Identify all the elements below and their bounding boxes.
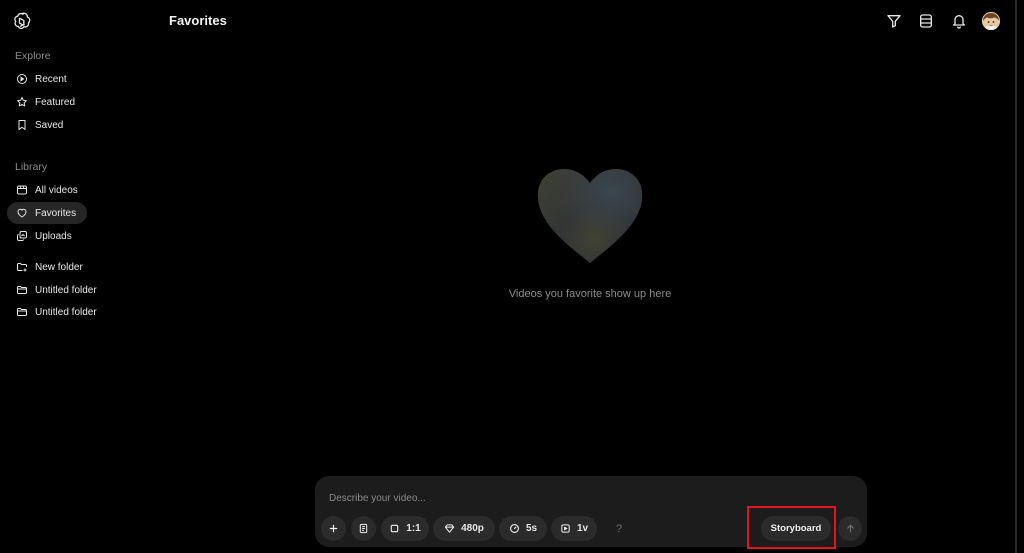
filter-icon[interactable] xyxy=(885,12,903,30)
sidebar-item-label: New folder xyxy=(35,261,83,273)
aspect-ratio-value: 1:1 xyxy=(406,523,421,534)
sidebar-item-featured[interactable]: Featured xyxy=(7,91,84,113)
resolution-button[interactable]: 480p xyxy=(433,516,495,541)
aspect-ratio-button[interactable]: 1:1 xyxy=(381,516,429,541)
storyboard-template-button[interactable] xyxy=(351,516,376,541)
sidebar-item-label: Untitled folder xyxy=(35,306,97,318)
sidebar-item-label: All videos xyxy=(35,184,78,196)
diamond-icon xyxy=(444,524,455,533)
play-circle-icon xyxy=(17,74,27,84)
sidebar-item-uploads[interactable]: Uploads xyxy=(7,225,81,247)
sidebar-item-label: Featured xyxy=(35,96,76,108)
add-button[interactable] xyxy=(321,516,346,541)
notification-bell-icon[interactable] xyxy=(950,12,968,30)
sidebar-item-label: Favorites xyxy=(35,207,77,219)
openai-logo-icon[interactable] xyxy=(12,11,32,31)
uploads-icon xyxy=(17,231,27,241)
star-icon xyxy=(17,97,27,107)
sidebar-item-label: Recent xyxy=(35,73,67,85)
sidebar-item-recent[interactable]: Recent xyxy=(7,68,76,90)
bookmark-icon xyxy=(18,120,26,130)
page-title: Favorites xyxy=(169,13,227,28)
heart-icon xyxy=(17,208,27,218)
variations-button[interactable]: 1v xyxy=(551,516,597,541)
sidebar-item-untitled-folder-1[interactable]: Untitled folder xyxy=(7,279,106,301)
list-view-icon[interactable] xyxy=(917,12,935,30)
library-section-label: Library xyxy=(15,161,48,173)
empty-state-message: Videos you favorite show up here xyxy=(508,288,672,300)
square-icon xyxy=(391,524,399,533)
folder-icon xyxy=(17,308,27,316)
sidebar-item-all-videos[interactable]: All videos xyxy=(7,179,87,201)
folder-icon xyxy=(17,286,27,294)
sidebar-item-new-folder[interactable]: New folder xyxy=(7,256,92,278)
duration-button[interactable]: 5s xyxy=(499,516,547,541)
sidebar-item-label: Untitled folder xyxy=(35,284,97,296)
prompt-composer: 1:1 480p 5s 1v ? Storyboard xyxy=(315,476,867,547)
document-icon xyxy=(359,523,368,534)
play-square-icon xyxy=(561,524,570,533)
plus-icon xyxy=(329,524,338,533)
video-library-icon xyxy=(17,185,27,195)
sidebar-item-saved[interactable]: Saved xyxy=(7,114,72,136)
explore-section-label: Explore xyxy=(15,50,51,62)
duration-value: 5s xyxy=(525,523,538,534)
prompt-input[interactable] xyxy=(329,490,749,506)
app-root: Explore Recent Featured Saved Library Al… xyxy=(0,0,1024,553)
arrow-up-icon xyxy=(846,524,854,533)
resolution-value: 480p xyxy=(461,523,484,534)
avatar[interactable] xyxy=(982,12,1000,30)
submit-button[interactable] xyxy=(838,516,862,541)
folder-plus-icon xyxy=(17,263,27,272)
scrollbar[interactable] xyxy=(1015,0,1017,553)
storyboard-button[interactable]: Storyboard xyxy=(761,516,831,541)
sidebar-item-untitled-folder-2[interactable]: Untitled folder xyxy=(7,301,106,323)
help-button[interactable]: ? xyxy=(609,516,629,541)
sidebar-item-label: Saved xyxy=(35,119,64,131)
variations-value: 1v xyxy=(576,523,589,534)
sidebar-item-favorites[interactable]: Favorites xyxy=(7,202,87,224)
clock-icon xyxy=(509,524,519,533)
sidebar-item-label: Uploads xyxy=(35,230,72,242)
heart-icon xyxy=(536,167,644,265)
